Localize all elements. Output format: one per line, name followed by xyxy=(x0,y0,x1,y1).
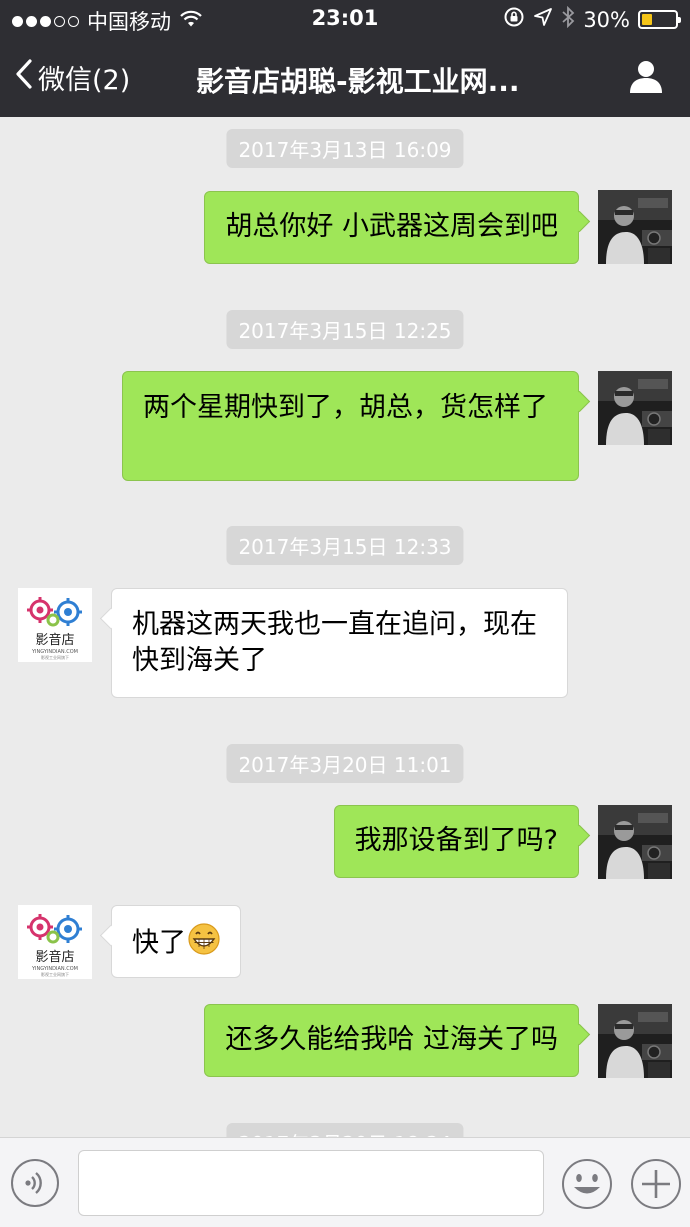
bluetooth-icon xyxy=(561,5,575,33)
message-input[interactable] xyxy=(78,1150,544,1216)
user-avatar[interactable] xyxy=(598,1004,672,1078)
timestamp: 2017年3月20日 11:01 xyxy=(226,744,464,783)
orientation-lock-icon xyxy=(503,6,525,33)
chat-info-button[interactable] xyxy=(628,58,664,98)
location-icon xyxy=(533,7,553,32)
sent-message[interactable]: 还多久能给我哈 过海关了吗 xyxy=(204,1004,579,1077)
back-label: 微信(2) xyxy=(38,65,131,96)
received-message[interactable]: 快了 xyxy=(111,905,241,978)
svg-text:影音店: 影音店 xyxy=(35,632,74,648)
user-avatar[interactable] xyxy=(598,805,672,879)
sent-message[interactable]: 我那设备到了吗? xyxy=(333,805,579,878)
more-button[interactable] xyxy=(630,1158,682,1214)
voice-button[interactable] xyxy=(10,1158,60,1212)
sent-message[interactable]: 胡总你好 小武器这周会到吧 xyxy=(204,191,579,264)
timestamp: 2017年3月15日 12:25 xyxy=(226,310,464,349)
svg-text:影视工业网旗下: 影视工业网旗下 xyxy=(41,971,69,977)
timestamp: 2017年3月20日 18:24 xyxy=(226,1123,464,1137)
grin-icon xyxy=(188,923,220,965)
nav-bar: 微信(2) 影音店胡聪-影视工业网... xyxy=(0,40,690,117)
chat-title: 影音店胡聪-影视工业网... xyxy=(196,65,520,98)
user-avatar[interactable] xyxy=(598,371,672,445)
plus-icon xyxy=(630,1159,682,1214)
input-bar xyxy=(0,1137,690,1227)
contact-avatar[interactable]: 影音店 YINGYINDIAN.COM 影视工业网旗下 xyxy=(18,905,92,979)
timestamp: 2017年3月15日 12:33 xyxy=(226,526,464,565)
status-bar: 中国移动 23:01 30% xyxy=(0,0,690,38)
timestamp: 2017年3月13日 16:09 xyxy=(226,129,464,168)
contact-avatar[interactable]: 影音店 YINGYINDIAN.COM 影视工业网旗下 xyxy=(18,588,92,662)
battery-icon xyxy=(638,10,681,29)
status-right: 30% xyxy=(503,5,681,33)
smiley-icon xyxy=(561,1159,613,1214)
voice-icon xyxy=(10,1159,60,1212)
message-text: 快了 xyxy=(132,927,186,959)
user-avatar[interactable] xyxy=(598,190,672,264)
svg-text:影音店: 影音店 xyxy=(35,949,74,965)
chevron-left-icon xyxy=(14,58,34,97)
chat-area[interactable]: 2017年3月13日 16:09 胡总你好 小武器这周会到吧 2017年3月15… xyxy=(0,117,690,1137)
battery-percent: 30% xyxy=(583,7,630,32)
sent-message[interactable]: 两个星期快到了，胡总，货怎样了 xyxy=(122,371,579,481)
emoji-button[interactable] xyxy=(561,1158,613,1214)
person-icon xyxy=(628,61,664,98)
svg-text:影视工业网旗下: 影视工业网旗下 xyxy=(41,654,69,660)
header: 中国移动 23:01 30% 微信(2) 影音店胡聪-影视工业网... xyxy=(0,0,690,117)
received-message[interactable]: 机器这两天我也一直在追问，现在快到海关了 xyxy=(111,588,568,698)
back-button[interactable]: 微信(2) xyxy=(14,58,130,97)
